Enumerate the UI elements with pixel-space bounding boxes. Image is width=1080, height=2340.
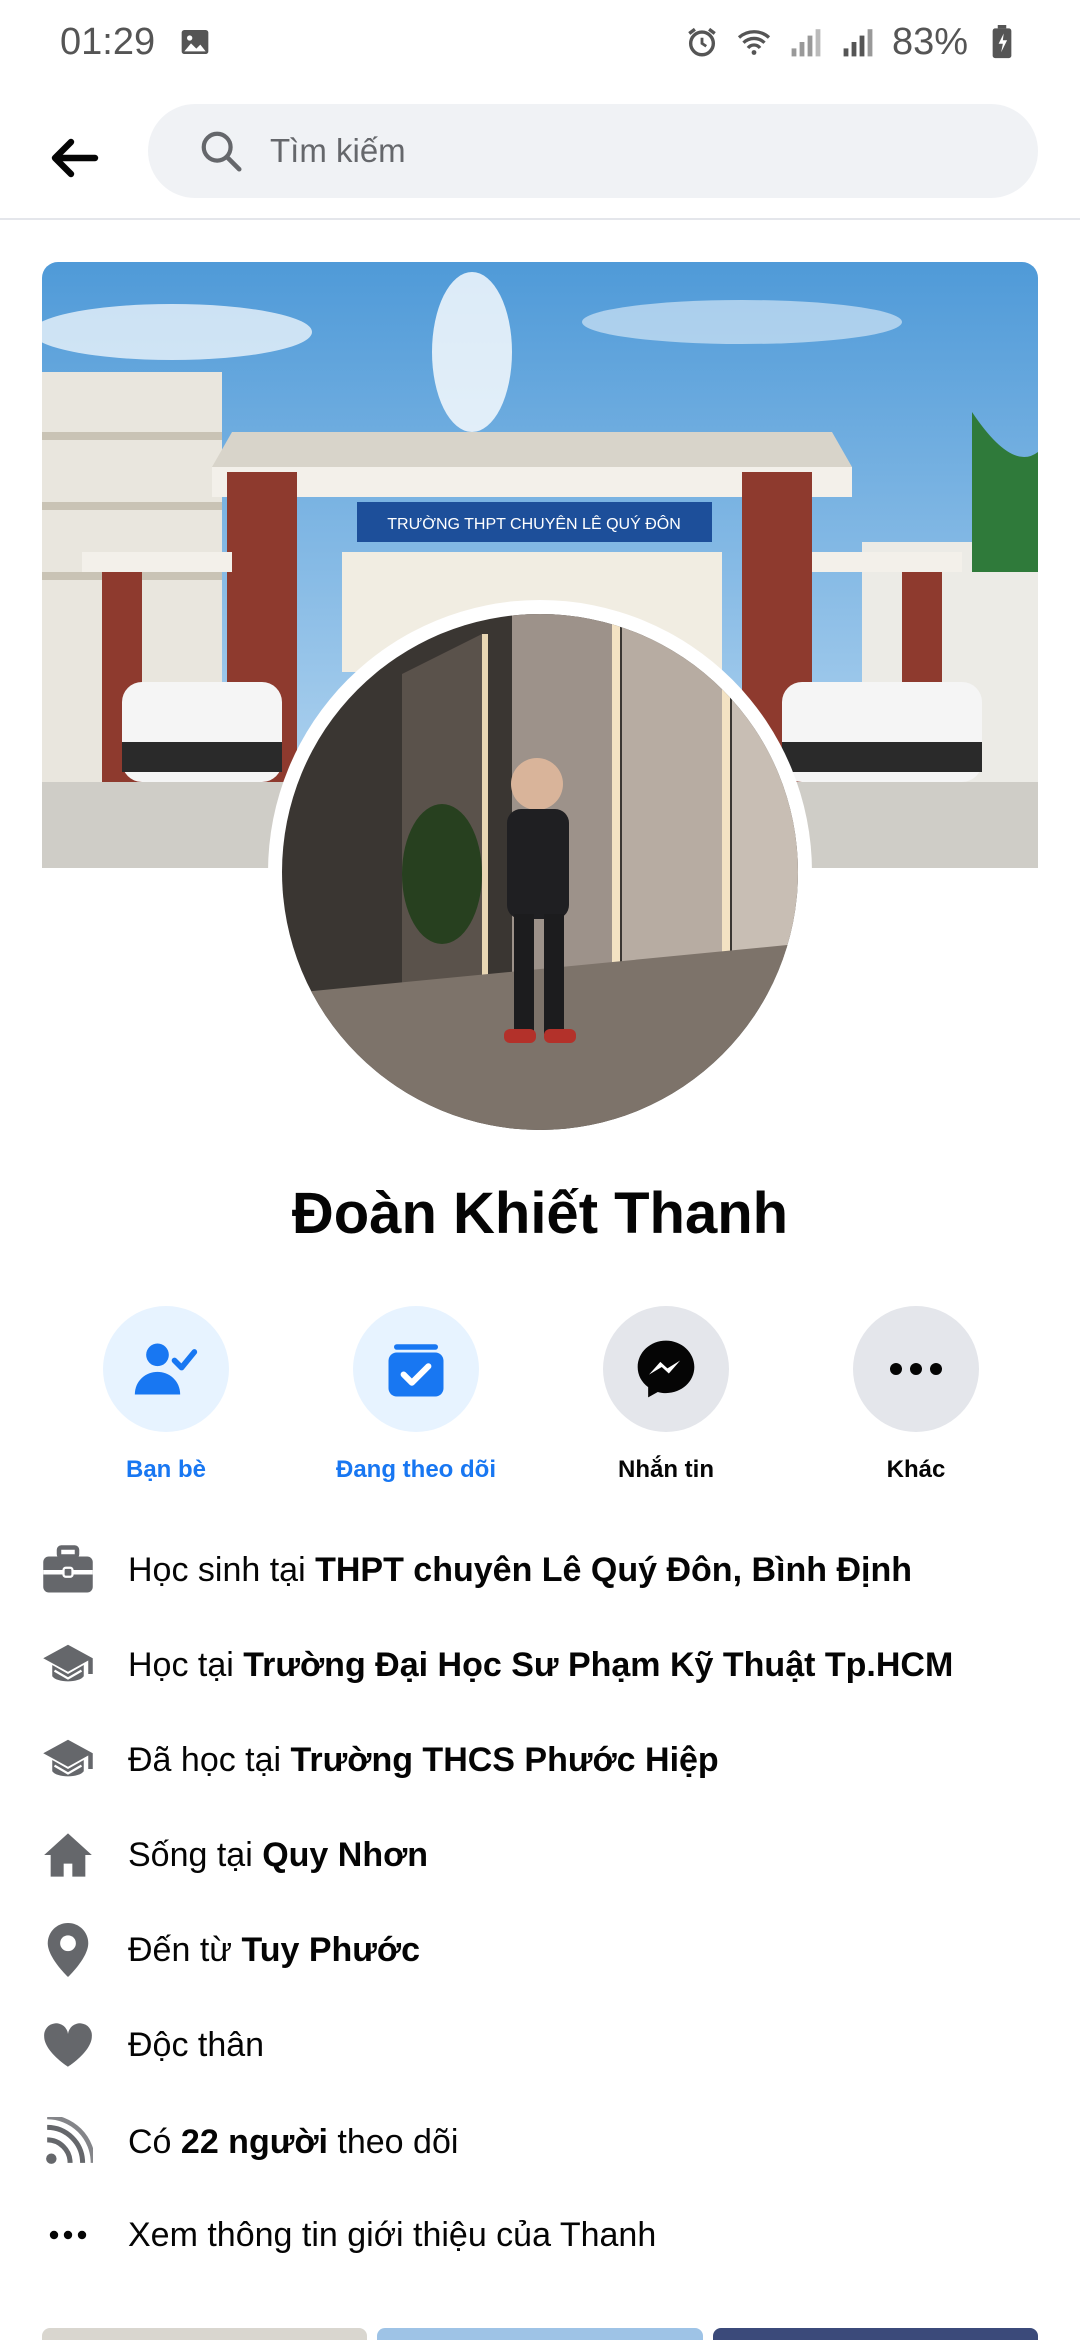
info-row-relationship[interactable]: Độc thân (0, 2015, 1080, 2075)
photo-thumbnail[interactable] (712, 2328, 1038, 2340)
more-button[interactable]: Khác (796, 1306, 1036, 1484)
signal-icon (788, 24, 824, 60)
avatar[interactable] (282, 614, 798, 1130)
graduation-cap-icon (40, 1732, 96, 1788)
battery-icon (984, 24, 1020, 60)
header: Tìm kiếm (0, 100, 1080, 218)
back-arrow-icon (51, 138, 99, 178)
cover-banner-text: TRƯỜNG THPT CHUYÊN LÊ QUÝ ĐÔN (387, 514, 681, 533)
photo-thumbnail[interactable] (42, 2328, 368, 2340)
photos-strip (42, 2328, 1038, 2340)
location-pin-icon (40, 1922, 96, 1978)
more-dots-icon (890, 1363, 942, 1375)
friends-button-label: Bạn bè (125, 1456, 206, 1483)
following-button[interactable]: Đang theo dõi (296, 1306, 536, 1484)
more-button-label: Khác (886, 1456, 946, 1483)
following-button-label: Đang theo dõi (336, 1456, 496, 1483)
battery-percent: 83% (891, 20, 968, 63)
gallery-notification-icon (177, 24, 213, 60)
profile-actions: Bạn bè Đang theo dõi Nhắn tin Khác (0, 1306, 1080, 1486)
following-button-circle[interactable] (353, 1306, 479, 1432)
info-row-study[interactable]: Học tại Trường Đại Học Sư Phạm Kỹ Thuật … (0, 1635, 1080, 1695)
wifi-icon (736, 24, 772, 60)
info-row-see-about[interactable]: Xem thông tin giới thiệu của Thanh (0, 2205, 1080, 2265)
graduation-cap-icon (40, 1637, 96, 1693)
more-dots-icon (40, 2207, 96, 2263)
rss-feed-icon (40, 2114, 96, 2170)
photo-thumbnail[interactable] (377, 2328, 703, 2340)
alarm-icon (684, 24, 720, 60)
status-time: 01:29 (60, 20, 156, 63)
home-icon (40, 1827, 96, 1883)
message-button[interactable]: Nhắn tin (546, 1306, 786, 1484)
back-button[interactable] (42, 126, 106, 190)
search-placeholder: Tìm kiếm (270, 132, 406, 169)
message-button-circle[interactable] (603, 1306, 729, 1432)
info-row-from[interactable]: Đến từ Tuy Phước (0, 1920, 1080, 1980)
info-row-lives[interactable]: Sống tại Quy Nhơn (0, 1825, 1080, 1885)
search-input[interactable]: Tìm kiếm (148, 104, 1038, 198)
profile-name: Đoàn Khiết Thanh (291, 1181, 789, 1246)
signal-icon-2 (840, 24, 876, 60)
friends-button-circle[interactable] (103, 1306, 229, 1432)
friends-button[interactable]: Bạn bè (46, 1306, 286, 1484)
friends-check-icon (134, 1343, 198, 1395)
following-check-icon (388, 1344, 444, 1397)
info-row-followers[interactable]: Có 22 người theo dõi (0, 2112, 1080, 2172)
header-divider (0, 218, 1080, 220)
heart-icon (40, 2017, 96, 2073)
messenger-icon (637, 1340, 695, 1398)
info-row-studied[interactable]: Đã học tại Trường THCS Phước Hiệp (0, 1730, 1080, 1790)
info-row-work[interactable]: Học sinh tại THPT chuyên Lê Quý Đôn, Bìn… (0, 1540, 1080, 1600)
briefcase-icon (40, 1542, 96, 1598)
more-button-circle[interactable] (853, 1306, 979, 1432)
status-bar: 01:29 83% (0, 0, 1080, 84)
message-button-label: Nhắn tin (618, 1456, 714, 1483)
search-icon (201, 131, 242, 172)
avatar-illustration (282, 614, 798, 1130)
